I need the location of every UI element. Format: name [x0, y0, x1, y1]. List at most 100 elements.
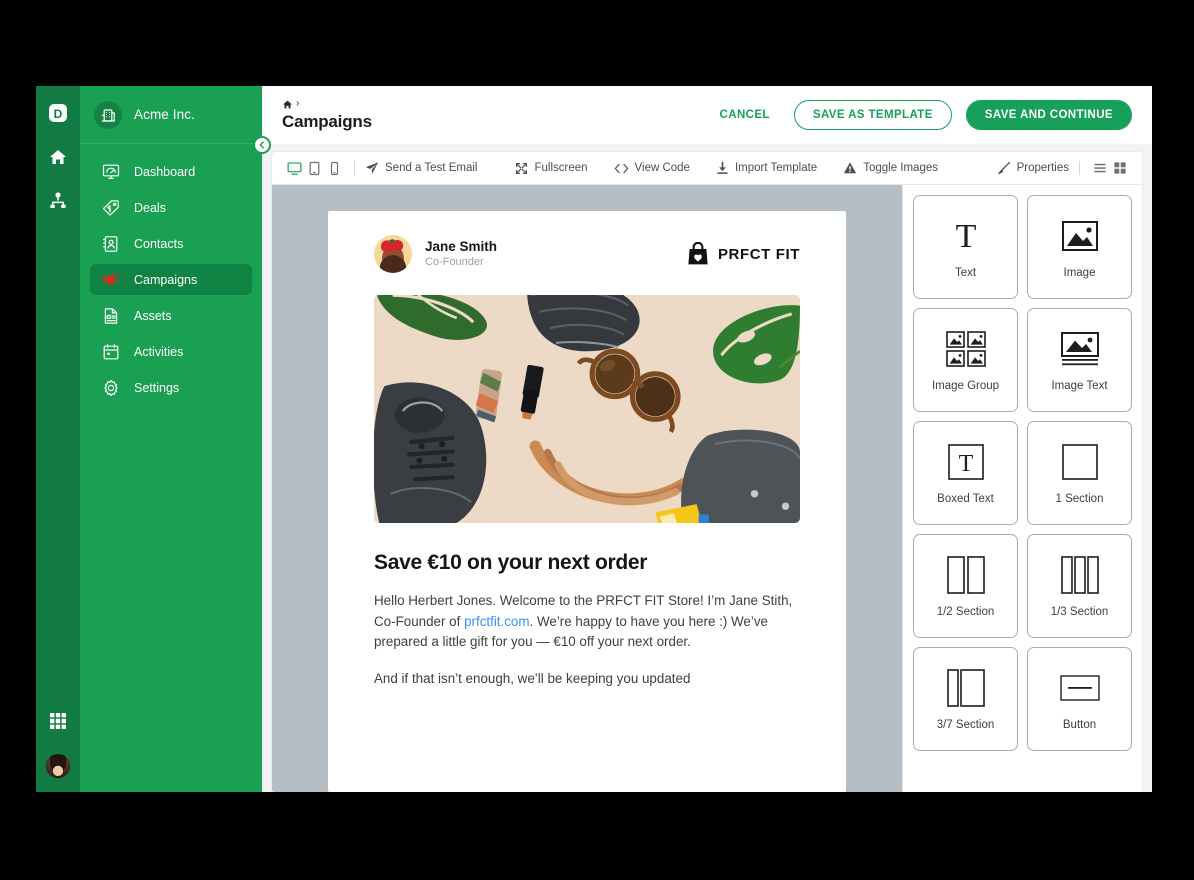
hierarchy-icon[interactable] — [43, 186, 73, 216]
sidebar-nav: Dashboard Deals Contacts Campaigns Asset… — [80, 144, 262, 403]
sidebar-item-label: Dashboard — [134, 164, 196, 179]
page-title: Campaigns — [282, 111, 372, 131]
mobile-icon[interactable] — [324, 161, 344, 176]
svg-text:D: D — [54, 107, 63, 121]
tag-icon — [101, 198, 121, 218]
sidebar-item-label: Campaigns — [134, 272, 198, 287]
block-label: 1 Section — [1055, 493, 1104, 505]
home-icon — [283, 100, 292, 108]
block-half-section[interactable]: 1/2 Section — [913, 534, 1018, 638]
image-group-icon — [945, 328, 986, 370]
gear-icon — [101, 378, 121, 398]
assets-icon — [101, 306, 121, 326]
block-text[interactable]: T Text — [913, 195, 1018, 299]
block-label: 1/2 Section — [936, 606, 995, 618]
main-area: › Campaigns CANCEL SAVE AS TEMPLATE SAVE… — [262, 86, 1152, 792]
email-sender: Jane Smith Co-Founder — [374, 235, 497, 273]
sidebar-item-label: Contacts — [134, 236, 184, 251]
title-block: › Campaigns — [282, 98, 372, 133]
brush-icon — [997, 161, 1010, 175]
email-paragraph-2[interactable]: And if that isn’t enough, we’ll be keepi… — [374, 669, 800, 690]
editor-row: Jane Smith Co-Founder PRFCT FIT Save €10… — [272, 185, 1142, 792]
sidebar-item-dashboard[interactable]: Dashboard — [90, 156, 252, 187]
desktop-icon[interactable] — [284, 161, 304, 176]
d-logo-icon[interactable]: D — [43, 98, 73, 128]
image-text-icon — [1060, 328, 1099, 370]
email-canvas[interactable]: Jane Smith Co-Founder PRFCT FIT Save €10… — [328, 211, 846, 792]
avatar-icon[interactable] — [46, 754, 70, 778]
email-preview-area: Jane Smith Co-Founder PRFCT FIT Save €10… — [272, 185, 902, 792]
tablet-icon[interactable] — [304, 161, 324, 176]
email-hero-image[interactable] — [374, 295, 800, 523]
block-image[interactable]: Image — [1027, 195, 1132, 299]
sidebar-item-campaigns[interactable]: Campaigns — [90, 264, 252, 295]
blocks-panel: T Text Image Image Group Image Text T Bo… — [902, 185, 1142, 792]
block-boxed-text[interactable]: T Boxed Text — [913, 421, 1018, 525]
email-headline[interactable]: Save €10 on your next order — [374, 551, 800, 575]
properties-button[interactable]: Properties — [997, 161, 1069, 175]
breadcrumb[interactable]: › — [282, 98, 372, 111]
block-image-text[interactable]: Image Text — [1027, 308, 1132, 412]
toolbar-divider-2 — [1079, 161, 1080, 175]
email-link[interactable]: prfctfit.com — [464, 614, 529, 629]
chevron-left-icon — [259, 141, 264, 149]
save-as-template-button[interactable]: SAVE AS TEMPLATE — [793, 100, 952, 130]
text-t-icon: T — [949, 215, 983, 257]
view-code-button[interactable]: View Code — [614, 152, 690, 184]
view-code-label: View Code — [634, 162, 690, 174]
block-label: 3/7 Section — [936, 719, 995, 731]
home-icon[interactable] — [43, 142, 73, 172]
block-button[interactable]: Button — [1027, 647, 1132, 751]
org-switcher[interactable]: Acme Inc. — [80, 86, 262, 144]
sidebar-item-assets[interactable]: Assets — [90, 300, 252, 331]
grid-view-toggle[interactable] — [1110, 161, 1130, 175]
cancel-button[interactable]: CANCEL — [710, 101, 780, 129]
icon-rail: D — [36, 86, 80, 792]
svg-text:T: T — [958, 451, 973, 477]
list-view-toggle[interactable] — [1090, 161, 1110, 175]
fullscreen-icon — [516, 162, 528, 174]
block-image-group[interactable]: Image Group — [913, 308, 1018, 412]
send-test-email-button[interactable]: Send a Test Email — [365, 152, 477, 184]
half-section-icon — [946, 554, 985, 596]
toolbar-divider — [354, 161, 355, 175]
sidebar-item-label: Settings — [134, 380, 180, 395]
app-window: D Acme Inc. Dashboard Deals Contacts Cam… — [36, 86, 1152, 792]
fullscreen-button[interactable]: Fullscreen — [515, 152, 588, 184]
sidebar-item-label: Assets — [134, 308, 172, 323]
list-icon — [1094, 163, 1106, 173]
contacts-icon — [101, 234, 121, 254]
org-name: Acme Inc. — [134, 107, 195, 122]
sender-role: Co-Founder — [425, 255, 484, 268]
toggle-images-label: Toggle Images — [863, 162, 938, 174]
sidebar-item-contacts[interactable]: Contacts — [90, 228, 252, 259]
boxed-text-icon: T — [947, 441, 984, 483]
sidebar-collapse-button[interactable] — [253, 136, 271, 154]
dashboard-icon — [101, 162, 121, 182]
sidebar-item-activities[interactable]: Activities — [90, 336, 252, 367]
email-header-block[interactable]: Jane Smith Co-Founder PRFCT FIT — [374, 235, 800, 295]
sidebar-item-label: Deals — [134, 200, 166, 215]
image-icon — [1061, 215, 1098, 257]
fullscreen-label: Fullscreen — [534, 162, 588, 174]
editor-toolbar: Send a Test Email Fullscreen View Code I… — [272, 152, 1142, 185]
calendar-icon — [101, 342, 121, 362]
sidebar-item-deals[interactable]: Deals — [90, 192, 252, 223]
page-header: › Campaigns CANCEL SAVE AS TEMPLATE SAVE… — [262, 86, 1152, 144]
editor-card: Send a Test Email Fullscreen View Code I… — [272, 152, 1142, 792]
send-test-email-label: Send a Test Email — [385, 162, 478, 174]
toggle-images-button[interactable]: Toggle Images — [843, 152, 938, 184]
block-label: Text — [954, 267, 977, 279]
sidebar-item-settings[interactable]: Settings — [90, 372, 252, 403]
email-paragraph-1[interactable]: Hello Herbert Jones. Welcome to the PRFC… — [374, 591, 800, 653]
block-third-section[interactable]: 1/3 Section — [1027, 534, 1132, 638]
code-brackets-icon — [614, 163, 628, 173]
block-one-section[interactable]: 1 Section — [1027, 421, 1132, 525]
svg-text:T: T — [955, 219, 976, 253]
grid-apps-icon[interactable] — [43, 706, 73, 736]
brand-name: PRFCT FIT — [717, 245, 800, 263]
megaphone-icon — [101, 270, 121, 290]
import-template-button[interactable]: Import Template — [716, 152, 817, 184]
block-three-seven-section[interactable]: 3/7 Section — [913, 647, 1018, 751]
save-and-continue-button[interactable]: SAVE AND CONTINUE — [965, 100, 1132, 130]
